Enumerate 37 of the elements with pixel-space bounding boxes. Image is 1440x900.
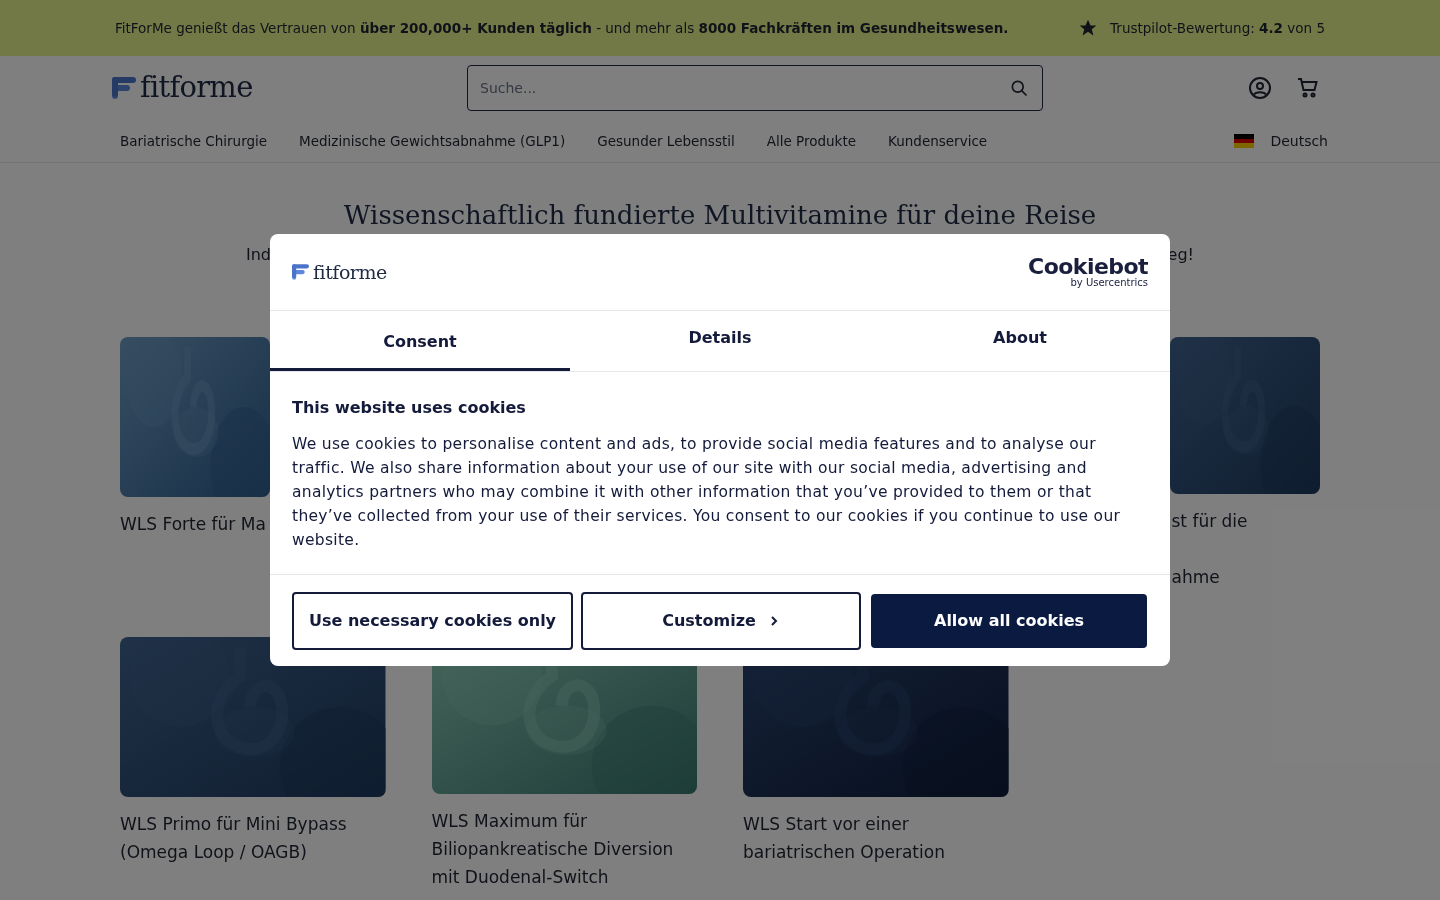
- search-field[interactable]: Suche...: [467, 65, 1043, 111]
- site-logo[interactable]: fitforme: [112, 66, 467, 110]
- dialog-body: We use cookies to personalise content and ads, to provide social media features and to analyse our traffic. We also share information about your use of our site with our social media, advertising and analytics partners who may combine it with other information that you’ve provided to them or that they’ve collected from your use of their services. You consent to our cookies if you continue to use our website.: [292, 434, 1122, 551]
- search-icon[interactable]: [1009, 78, 1029, 98]
- subtitle-text: Ind: [246, 244, 271, 266]
- page-heading: Wissenschaftlich fundierte Multivitamine für deine Reise: [342, 199, 1098, 231]
- cookie-button[interactable]: Allow all cookies: [871, 594, 1147, 648]
- nav-link[interactable]: Kundenservice: [872, 130, 1004, 152]
- product-title[interactable]: (Omega Loop / OAGB): [120, 838, 386, 866]
- product-title[interactable]: st für die: [1171, 507, 1320, 535]
- product-title[interactable]: bariatrischen Operation: [743, 838, 1009, 866]
- product-title[interactable]: WLS Primo für Mini Bypass: [120, 810, 386, 838]
- german-flag-icon: [1234, 134, 1255, 148]
- cookiebot-logo: Cookiebot by Usercentrics: [1028, 256, 1148, 288]
- nav-link[interactable]: Bariatrische Chirurgie: [104, 130, 284, 152]
- dialog-tab[interactable]: Consent: [270, 311, 570, 371]
- logo-icon: [292, 264, 309, 280]
- cart-icon[interactable]: [1296, 76, 1320, 100]
- dialog-tab[interactable]: Details: [570, 311, 870, 371]
- dialog-tab[interactable]: About: [870, 311, 1170, 371]
- dialog-heading: This website uses cookies: [292, 397, 527, 419]
- account-icon[interactable]: [1248, 76, 1272, 100]
- product-title[interactable]: mit Duodenal-Switch: [431, 863, 697, 891]
- language-selector[interactable]: Deutsch: [1270, 130, 1328, 152]
- logo-icon: [112, 76, 136, 100]
- product-title[interactable]: WLS Start vor einer: [743, 810, 1009, 838]
- cookie-button[interactable]: Customize: [581, 592, 861, 650]
- nav-link[interactable]: Alle Produkte: [750, 130, 873, 152]
- product-title[interactable]: ahme: [1171, 563, 1320, 591]
- product-title[interactable]: WLS Maximum für: [431, 807, 697, 835]
- trust-text: FitForMe genießt das Vertrauen von über 200,000+ Kunden täglich - und mehr als 8000 Fachkräften im Gesundheitswesen.: [115, 18, 1009, 38]
- nav-link[interactable]: Medizinische Gewichtsabnahme (GLP1): [283, 130, 582, 152]
- product-title[interactable]: Biliopankreatische Diversion: [431, 835, 697, 863]
- cookie-button[interactable]: Use necessary cookies only: [292, 592, 573, 650]
- dialog-logo: fitforme: [292, 257, 387, 287]
- nav-link[interactable]: Gesunder Lebensstil: [581, 130, 751, 152]
- rating-text: Trustpilot-Bewertung: 4.2 von 5: [1110, 18, 1325, 38]
